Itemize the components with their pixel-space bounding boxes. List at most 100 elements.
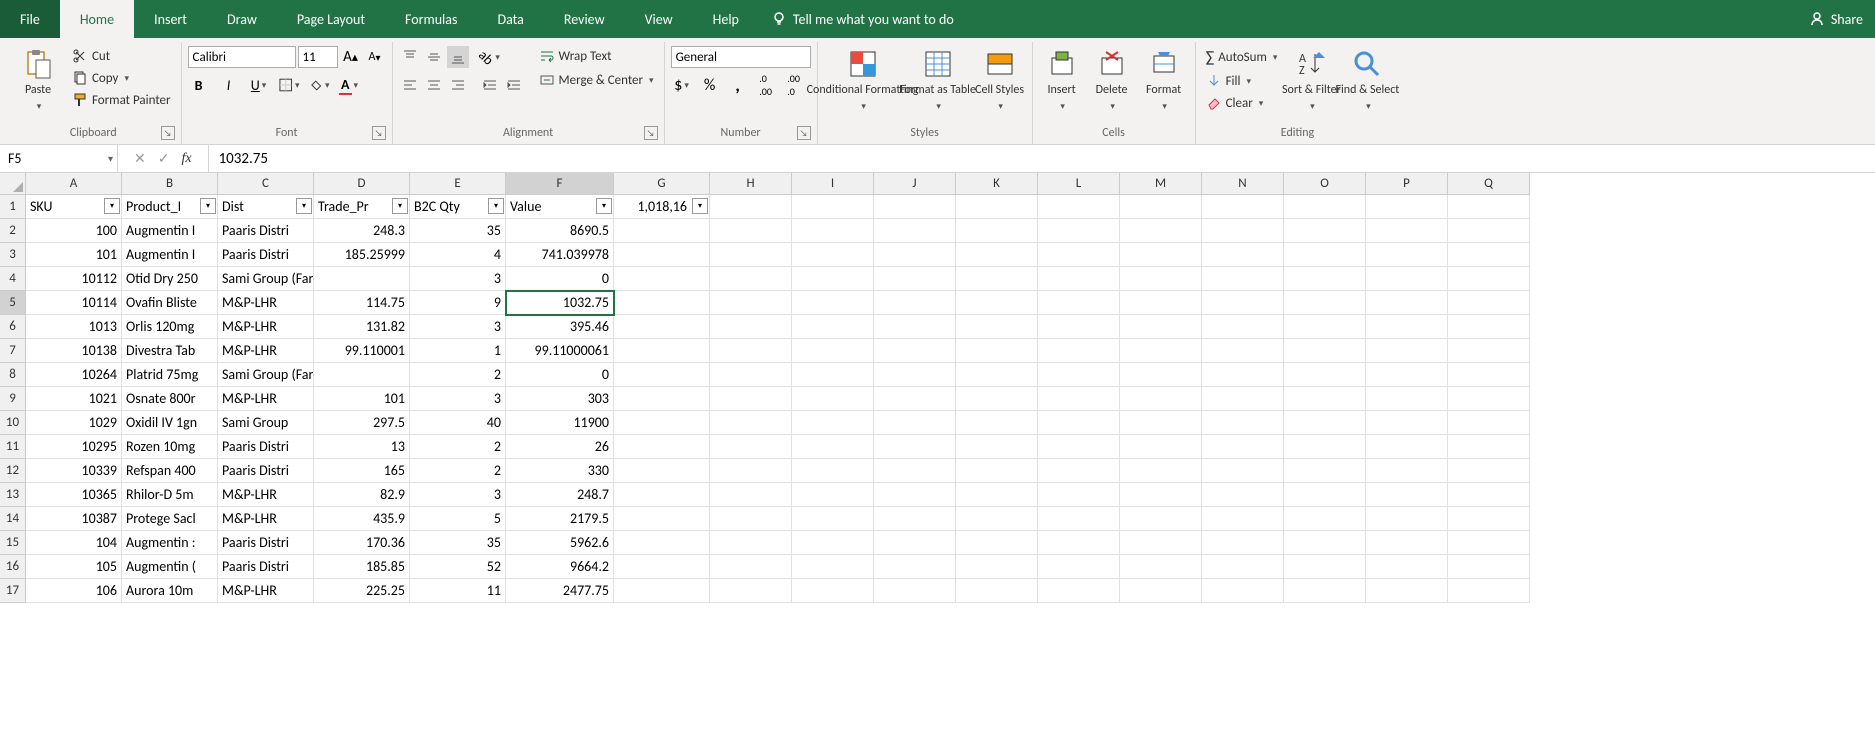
cell-E7[interactable]: 1 — [410, 339, 506, 363]
cell-L9[interactable] — [1038, 387, 1120, 411]
cell-N3[interactable] — [1202, 243, 1284, 267]
row-header-10[interactable]: 10 — [0, 411, 26, 435]
cell-F16[interactable]: 9664.2 — [506, 555, 614, 579]
cell-B17[interactable]: Aurora 10m — [122, 579, 218, 603]
tab-view[interactable]: View — [625, 0, 693, 38]
cell-G11[interactable] — [614, 435, 710, 459]
cell-O5[interactable] — [1284, 291, 1366, 315]
underline-button[interactable]: U▾ — [248, 74, 270, 96]
cell-G13[interactable] — [614, 483, 710, 507]
font-name-input[interactable] — [188, 46, 296, 68]
cell-I1[interactable] — [792, 195, 874, 219]
cell-L12[interactable] — [1038, 459, 1120, 483]
cell-H7[interactable] — [710, 339, 792, 363]
cell-K7[interactable] — [956, 339, 1038, 363]
cell-P1[interactable] — [1366, 195, 1448, 219]
cell-A9[interactable]: 1021 — [26, 387, 122, 411]
increase-indent-button[interactable] — [503, 74, 525, 96]
cell-C7[interactable]: M&P-LHR — [218, 339, 314, 363]
cell-O12[interactable] — [1284, 459, 1366, 483]
cell-N10[interactable] — [1202, 411, 1284, 435]
cell-G7[interactable] — [614, 339, 710, 363]
row-header-7[interactable]: 7 — [0, 339, 26, 363]
cell-F9[interactable]: 303 — [506, 387, 614, 411]
cell-L1[interactable] — [1038, 195, 1120, 219]
percent-format-button[interactable]: % — [699, 74, 721, 96]
cell-E12[interactable]: 2 — [410, 459, 506, 483]
row-header-2[interactable]: 2 — [0, 219, 26, 243]
cell-I12[interactable] — [792, 459, 874, 483]
cell-H16[interactable] — [710, 555, 792, 579]
column-header-O[interactable]: O — [1284, 173, 1366, 195]
cell-Q16[interactable] — [1448, 555, 1530, 579]
cell-Q2[interactable] — [1448, 219, 1530, 243]
tab-insert[interactable]: Insert — [134, 0, 207, 38]
cell-L7[interactable] — [1038, 339, 1120, 363]
cell-A5[interactable]: 10114 — [26, 291, 122, 315]
cell-O16[interactable] — [1284, 555, 1366, 579]
cell-J5[interactable] — [874, 291, 956, 315]
cell-B9[interactable]: Osnate 800r — [122, 387, 218, 411]
cell-K16[interactable] — [956, 555, 1038, 579]
cell-D3[interactable]: 185.25999 — [314, 243, 410, 267]
formula-input[interactable]: 1032.75 — [209, 145, 1875, 172]
cell-O15[interactable] — [1284, 531, 1366, 555]
cell-D5[interactable]: 114.75 — [314, 291, 410, 315]
cell-P17[interactable] — [1366, 579, 1448, 603]
cell-L15[interactable] — [1038, 531, 1120, 555]
cell-D11[interactable]: 13 — [314, 435, 410, 459]
align-center-button[interactable] — [423, 74, 445, 96]
cell-J7[interactable] — [874, 339, 956, 363]
filter-button-A[interactable]: ▾ — [104, 198, 120, 214]
cell-I11[interactable] — [792, 435, 874, 459]
cell-K8[interactable] — [956, 363, 1038, 387]
cell-reference-input[interactable] — [8, 150, 109, 167]
cell-O3[interactable] — [1284, 243, 1366, 267]
cell-M14[interactable] — [1120, 507, 1202, 531]
cell-B4[interactable]: Otid Dry 250 — [122, 267, 218, 291]
cell-P10[interactable] — [1366, 411, 1448, 435]
cell-Q1[interactable] — [1448, 195, 1530, 219]
cell-A7[interactable]: 10138 — [26, 339, 122, 363]
wrap-text-button[interactable]: Wrap Text — [535, 46, 658, 66]
cell-M12[interactable] — [1120, 459, 1202, 483]
cell-F6[interactable]: 395.46 — [506, 315, 614, 339]
cell-C8[interactable]: Sami Group (Farhat Ali)-I — [218, 363, 314, 387]
clipboard-launcher[interactable]: ↘ — [161, 126, 175, 140]
increase-decimal-button[interactable]: .0.00 — [755, 74, 777, 96]
cell-Q7[interactable] — [1448, 339, 1530, 363]
cell-P4[interactable] — [1366, 267, 1448, 291]
cell-B10[interactable]: Oxidil IV 1gn — [122, 411, 218, 435]
cell-Q8[interactable] — [1448, 363, 1530, 387]
name-box-dropdown[interactable]: ▾ — [108, 152, 113, 165]
cell-G12[interactable] — [614, 459, 710, 483]
cell-A8[interactable]: 10264 — [26, 363, 122, 387]
cell-M1[interactable] — [1120, 195, 1202, 219]
column-header-C[interactable]: C — [218, 173, 314, 195]
cell-A17[interactable]: 106 — [26, 579, 122, 603]
cell-D9[interactable]: 101 — [314, 387, 410, 411]
align-bottom-button[interactable] — [447, 46, 469, 68]
cell-C6[interactable]: M&P-LHR — [218, 315, 314, 339]
font-size-input[interactable] — [298, 46, 338, 68]
cell-Q14[interactable] — [1448, 507, 1530, 531]
cell-M9[interactable] — [1120, 387, 1202, 411]
cell-B11[interactable]: Rozen 10mg — [122, 435, 218, 459]
cell-P16[interactable] — [1366, 555, 1448, 579]
row-header-12[interactable]: 12 — [0, 459, 26, 483]
cell-P2[interactable] — [1366, 219, 1448, 243]
cell-C16[interactable]: Paaris Distri — [218, 555, 314, 579]
cell-M8[interactable] — [1120, 363, 1202, 387]
cell-K15[interactable] — [956, 531, 1038, 555]
column-header-L[interactable]: L — [1038, 173, 1120, 195]
cell-G16[interactable] — [614, 555, 710, 579]
cell-G9[interactable] — [614, 387, 710, 411]
cell-F10[interactable]: 11900 — [506, 411, 614, 435]
column-header-I[interactable]: I — [792, 173, 874, 195]
cell-B1[interactable]: Product_I▾ — [122, 195, 218, 219]
decrease-indent-button[interactable] — [479, 74, 501, 96]
row-header-1[interactable]: 1 — [0, 195, 26, 219]
cell-L2[interactable] — [1038, 219, 1120, 243]
cell-D14[interactable]: 435.9 — [314, 507, 410, 531]
row-header-15[interactable]: 15 — [0, 531, 26, 555]
